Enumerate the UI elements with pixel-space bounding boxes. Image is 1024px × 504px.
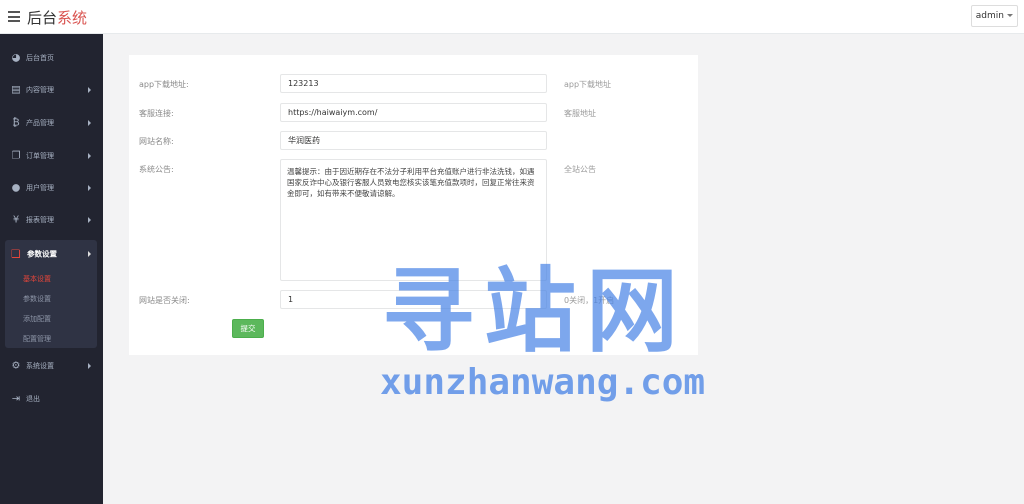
sidebar-item-logout[interactable]: ⇥ 退出	[0, 383, 103, 415]
sidebar-item-content[interactable]: ▤ 内容管理	[0, 74, 103, 106]
chevron-right-icon	[88, 217, 91, 223]
sidebar-item-dashboard[interactable]: ◕ 后台首页	[0, 42, 103, 74]
chevron-right-icon	[88, 363, 91, 369]
dashboard-icon: ◕	[11, 52, 21, 64]
site-closed-label: 网站是否关闭:	[139, 296, 190, 305]
sidebar-item-system[interactable]: ⚙ 系统设置	[0, 350, 103, 382]
sidebar-item-orders[interactable]: ❐ 订单管理	[0, 140, 103, 172]
caret-down-icon	[1007, 14, 1013, 17]
chevron-down-icon	[88, 251, 91, 257]
chevron-right-icon	[88, 185, 91, 191]
bitcoin-icon: ₿	[12, 117, 20, 129]
site-name-input[interactable]: 华润医药	[280, 131, 547, 150]
user-dropdown[interactable]: admin	[970, 5, 1018, 27]
watermark-en: xunzhanwang.com	[380, 362, 706, 403]
site-name-label: 网站名称:	[139, 137, 174, 146]
app-download-label: app下载地址:	[139, 80, 189, 89]
sidebar-subitem-add-config[interactable]: 添加配置	[23, 314, 51, 324]
service-link-input[interactable]: https://haiwaiym.com/	[280, 103, 547, 122]
book-icon: ▤	[11, 84, 21, 96]
menu-toggle-icon[interactable]	[8, 11, 20, 22]
files-icon: ❏	[11, 247, 21, 261]
chevron-right-icon	[88, 87, 91, 93]
sidebar-item-params[interactable]: ❏ 参数设置	[5, 240, 97, 268]
yen-icon: ¥	[12, 214, 20, 226]
gears-icon: ⚙	[11, 360, 21, 372]
submit-button[interactable]: 提交	[232, 319, 264, 338]
app-download-help: app下载地址	[564, 80, 612, 89]
sidebar-subitem-param-settings[interactable]: 参数设置	[23, 294, 51, 304]
sidebar-item-users[interactable]: ● 用户管理	[0, 172, 103, 204]
notice-help: 全站公告	[564, 165, 596, 174]
user-icon: ●	[11, 182, 21, 194]
notice-label: 系统公告:	[139, 165, 174, 174]
sign-out-icon: ⇥	[11, 393, 21, 405]
sidebar-group-params: ❏ 参数设置 基本设置 参数设置 添加配置 配置管理	[5, 240, 97, 348]
top-bar: 后台系统 admin	[0, 0, 1024, 34]
service-link-label: 客服连接:	[139, 109, 174, 118]
sidebar: ◕ 后台首页 ▤ 内容管理 ₿ 产品管理 ❐ 订单管理 ● 用户管理 ¥ 报表管…	[0, 34, 103, 504]
watermark-cn: 寻站网	[382, 258, 689, 365]
chevron-right-icon	[88, 153, 91, 159]
sidebar-item-products[interactable]: ₿ 产品管理	[0, 107, 103, 139]
brand-title: 后台系统	[27, 9, 88, 27]
sidebar-subitem-basic-settings[interactable]: 基本设置	[23, 274, 51, 284]
app-download-input[interactable]: 123213	[280, 74, 547, 93]
copy-icon: ❐	[11, 150, 21, 162]
sidebar-item-reports[interactable]: ¥ 报表管理	[0, 204, 103, 236]
sidebar-subitem-config-manage[interactable]: 配置管理	[23, 334, 51, 344]
chevron-right-icon	[88, 120, 91, 126]
service-link-help: 客服地址	[564, 109, 596, 118]
